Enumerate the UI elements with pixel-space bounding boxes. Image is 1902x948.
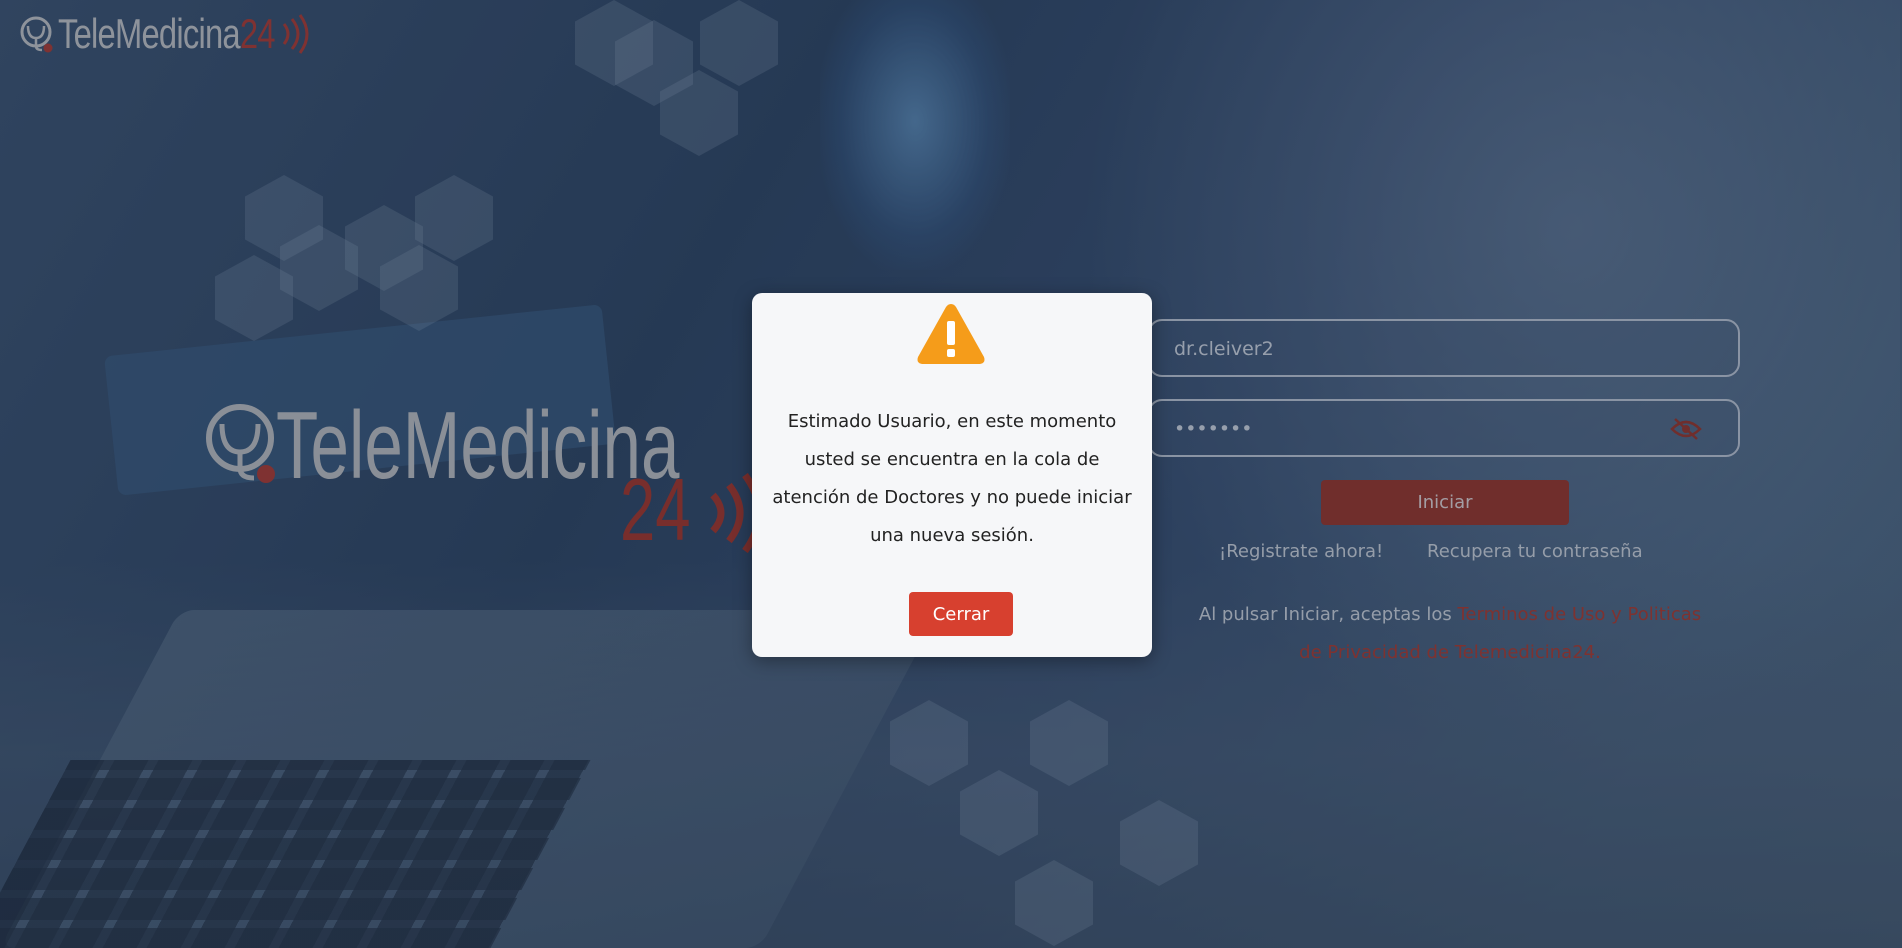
alert-modal: Estimado Usuario, en este momento usted … <box>752 293 1152 657</box>
alert-message: Estimado Usuario, en este momento usted … <box>772 411 1132 546</box>
login-page: TeleMedicina24 TeleMedicina 24 dr.cleive… <box>0 0 1902 948</box>
close-button[interactable]: Cerrar <box>909 592 1013 636</box>
warning-triangle-icon <box>917 304 985 364</box>
